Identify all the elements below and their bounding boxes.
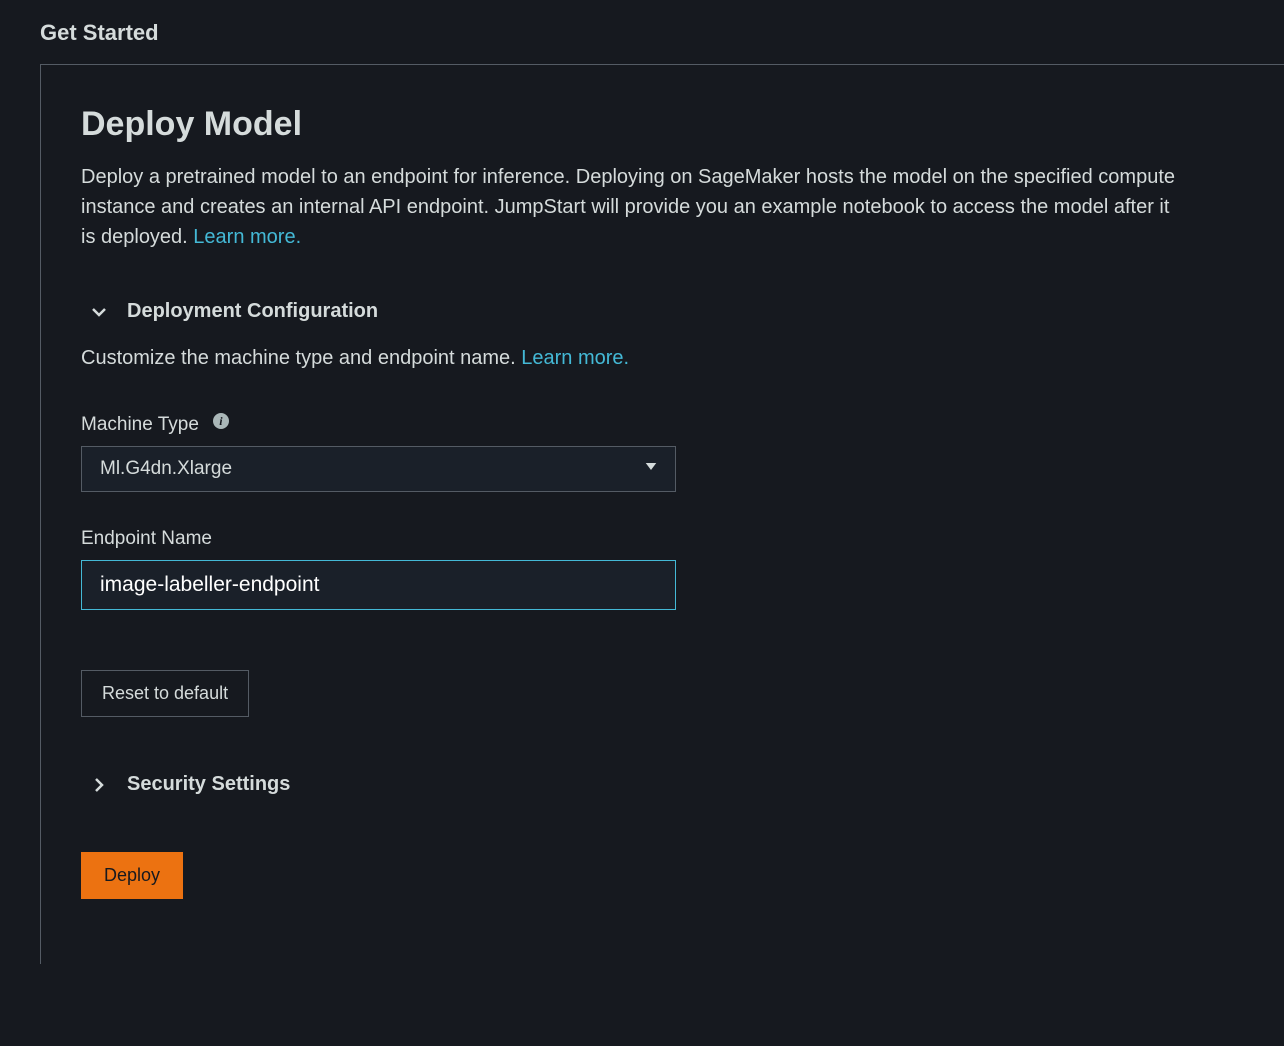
security-settings-title: Security Settings — [127, 773, 290, 796]
deploy-button[interactable]: Deploy — [81, 852, 183, 899]
reset-to-default-button[interactable]: Reset to default — [81, 670, 249, 717]
deployment-config-toggle[interactable]: Deployment Configuration — [81, 300, 1244, 323]
chevron-down-icon — [91, 304, 107, 320]
endpoint-name-label: Endpoint Name — [81, 528, 212, 550]
info-icon[interactable]: i — [213, 413, 229, 429]
page-description: Deploy a pretrained model to an endpoint… — [81, 162, 1181, 252]
machine-type-value: Ml.G4dn.Xlarge — [100, 458, 232, 480]
machine-type-field: Machine Type i Ml.G4dn.Xlarge — [81, 414, 1244, 492]
endpoint-name-field: Endpoint Name — [81, 528, 1244, 610]
deployment-config-description: Customize the machine type and endpoint … — [81, 347, 1244, 370]
config-learn-more-link[interactable]: Learn more. — [521, 347, 629, 369]
deployment-config-title: Deployment Configuration — [127, 300, 378, 323]
endpoint-name-input[interactable] — [81, 560, 676, 610]
page-title: Deploy Model — [81, 105, 1244, 144]
machine-type-label: Machine Type — [81, 414, 199, 436]
security-settings-toggle[interactable]: Security Settings — [81, 773, 1244, 796]
deploy-panel: Deploy Model Deploy a pretrained model t… — [40, 64, 1284, 964]
learn-more-link[interactable]: Learn more. — [193, 226, 301, 248]
chevron-right-icon — [91, 777, 107, 793]
deployment-config-desc-text: Customize the machine type and endpoint … — [81, 347, 521, 369]
machine-type-select[interactable]: Ml.G4dn.Xlarge — [81, 446, 676, 492]
section-title: Get Started — [40, 20, 1284, 46]
